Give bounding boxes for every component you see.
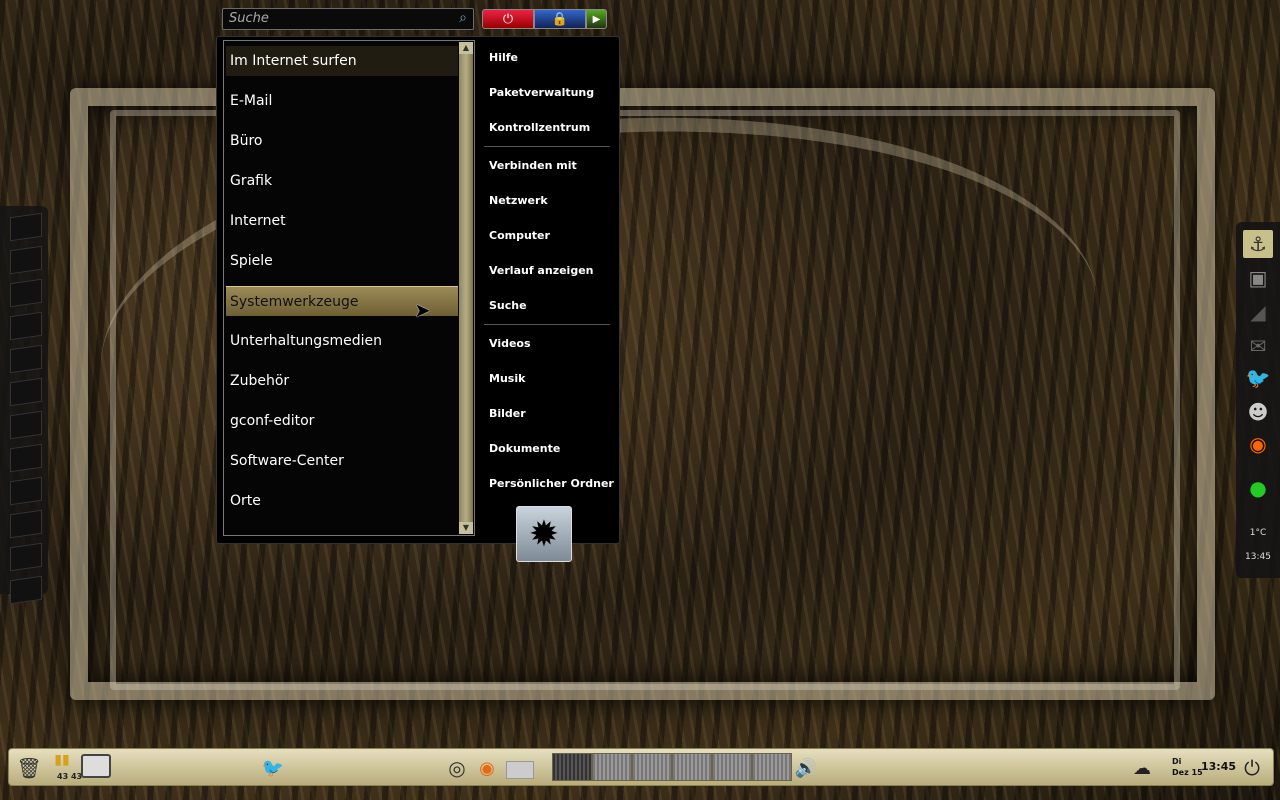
- place-item[interactable]: Netzwerk: [489, 194, 548, 207]
- dock-slot[interactable]: [10, 509, 42, 539]
- firefox-icon[interactable]: ◉: [1243, 430, 1273, 458]
- scroll-down-icon[interactable]: ▼: [459, 522, 473, 534]
- search-field[interactable]: Suche ⌕: [222, 8, 474, 30]
- power-icon: ⏻: [502, 11, 514, 27]
- dock-slot[interactable]: [10, 212, 42, 242]
- cpu-value: 43: [57, 772, 69, 781]
- place-item[interactable]: Kontrollzentrum: [489, 121, 590, 134]
- left-dock: [0, 206, 48, 605]
- dock-slot[interactable]: [10, 575, 42, 605]
- date-label: Dez 15: [1172, 768, 1203, 777]
- workspace[interactable]: [552, 753, 592, 781]
- clock[interactable]: 13:45: [1201, 760, 1236, 773]
- place-item[interactable]: Verlauf anzeigen: [489, 264, 594, 277]
- session-buttons: ⏻ 🔒 ▶: [482, 9, 609, 31]
- place-item[interactable]: Bilder: [489, 407, 526, 420]
- place-item[interactable]: Hilfe: [489, 51, 518, 64]
- bottom-panel: 🗑 ▮▮ 43 43 🐦 ◎ ◉ 🔊 ☁ Di Dez 15 13:45 ⏻: [8, 748, 1274, 786]
- screen-icon[interactable]: ◢: [1243, 298, 1273, 326]
- camera-icon[interactable]: ▣: [1243, 264, 1273, 292]
- category-item[interactable]: Software-Center: [226, 446, 458, 476]
- category-scrollbar[interactable]: ▲ ▼: [459, 42, 473, 534]
- weather-icon[interactable]: ☁: [1129, 755, 1155, 781]
- lock-button[interactable]: 🔒: [534, 9, 586, 29]
- place-item[interactable]: Dokumente: [489, 442, 560, 455]
- category-item[interactable]: E-Mail: [226, 86, 458, 116]
- workspace[interactable]: [712, 753, 752, 781]
- power-icon[interactable]: ⏻: [1239, 755, 1265, 781]
- workspace[interactable]: [672, 753, 712, 781]
- temperature-label: 1°C: [1249, 528, 1267, 538]
- category-item[interactable]: Internet: [226, 206, 458, 236]
- bird-icon[interactable]: 🐦: [1243, 364, 1273, 392]
- workspace[interactable]: [592, 753, 632, 781]
- session-more-button[interactable]: ▶: [586, 9, 607, 29]
- arrow-right-icon: ▶: [592, 13, 601, 25]
- menu-separator: [484, 324, 610, 325]
- category-item[interactable]: Spiele: [226, 246, 458, 276]
- dock-slot[interactable]: [10, 278, 42, 308]
- category-item[interactable]: Im Internet surfen: [226, 46, 458, 76]
- place-item[interactable]: Persönlicher Ordner: [489, 477, 614, 490]
- place-item[interactable]: Computer: [489, 229, 550, 242]
- search-placeholder: Suche: [229, 11, 269, 26]
- bird-icon[interactable]: 🐦: [261, 755, 285, 781]
- dock-time-label: 13:45: [1245, 552, 1271, 562]
- workspace[interactable]: [752, 753, 792, 781]
- dock-slot[interactable]: [10, 311, 42, 341]
- day-label: Di: [1172, 757, 1182, 766]
- cpu-monitor-icon[interactable]: ▮▮: [49, 751, 75, 769]
- volume-icon[interactable]: 🔊: [794, 755, 818, 781]
- right-dock: ⚓ ▣ ◢ ✉ 🐦 ☻ ◉ ● 1°C 13:45: [1236, 222, 1280, 578]
- dock-slot[interactable]: [10, 542, 42, 572]
- dock-slot[interactable]: [10, 344, 42, 374]
- green-dot-icon[interactable]: ●: [1243, 474, 1273, 502]
- trash-icon[interactable]: 🗑: [16, 755, 41, 781]
- dock-slot[interactable]: [10, 410, 42, 440]
- firefox-icon[interactable]: ◉: [475, 755, 499, 781]
- place-item[interactable]: Verbinden mit: [489, 159, 577, 172]
- category-item[interactable]: gconf-editor: [226, 406, 458, 436]
- date-display[interactable]: Di Dez 15: [1172, 756, 1203, 778]
- place-item[interactable]: Videos: [489, 337, 531, 350]
- category-item[interactable]: Unterhaltungsmedien: [226, 326, 458, 356]
- distro-logo-icon[interactable]: ✹: [516, 506, 572, 562]
- menu-separator: [484, 146, 610, 147]
- search-icon[interactable]: ⌕: [459, 10, 467, 26]
- place-item[interactable]: Musik: [489, 372, 525, 385]
- mouse-cursor-icon: ➤: [414, 298, 431, 322]
- cpu-values: 43 43: [57, 772, 82, 781]
- place-item[interactable]: Suche: [489, 299, 527, 312]
- dock-slot[interactable]: [10, 245, 42, 275]
- dock-slot[interactable]: [10, 476, 42, 506]
- anchor-icon[interactable]: ⚓: [1243, 230, 1273, 258]
- workspace-pager: [552, 753, 792, 781]
- category-item[interactable]: Büro: [226, 126, 458, 156]
- mail-icon[interactable]: ✉: [1243, 332, 1273, 360]
- category-item[interactable]: Grafik: [226, 166, 458, 196]
- dock-slot[interactable]: [10, 377, 42, 407]
- category-item[interactable]: Zubehör: [226, 366, 458, 396]
- lock-icon: 🔒: [551, 11, 569, 27]
- shutdown-button[interactable]: ⏻: [482, 9, 534, 29]
- window-icon[interactable]: [506, 761, 534, 779]
- category-list: Im Internet surfen E-Mail Büro Grafik In…: [223, 40, 475, 536]
- dock-slot[interactable]: [10, 443, 42, 473]
- category-item[interactable]: Orte: [226, 486, 458, 516]
- scroll-up-icon[interactable]: ▲: [459, 42, 473, 54]
- place-item[interactable]: Paketverwaltung: [489, 86, 594, 99]
- network-monitor-icon[interactable]: [81, 754, 111, 778]
- ubuntu-icon[interactable]: ◎: [445, 755, 469, 781]
- workspace[interactable]: [632, 753, 672, 781]
- gimp-icon[interactable]: ☻: [1243, 398, 1273, 426]
